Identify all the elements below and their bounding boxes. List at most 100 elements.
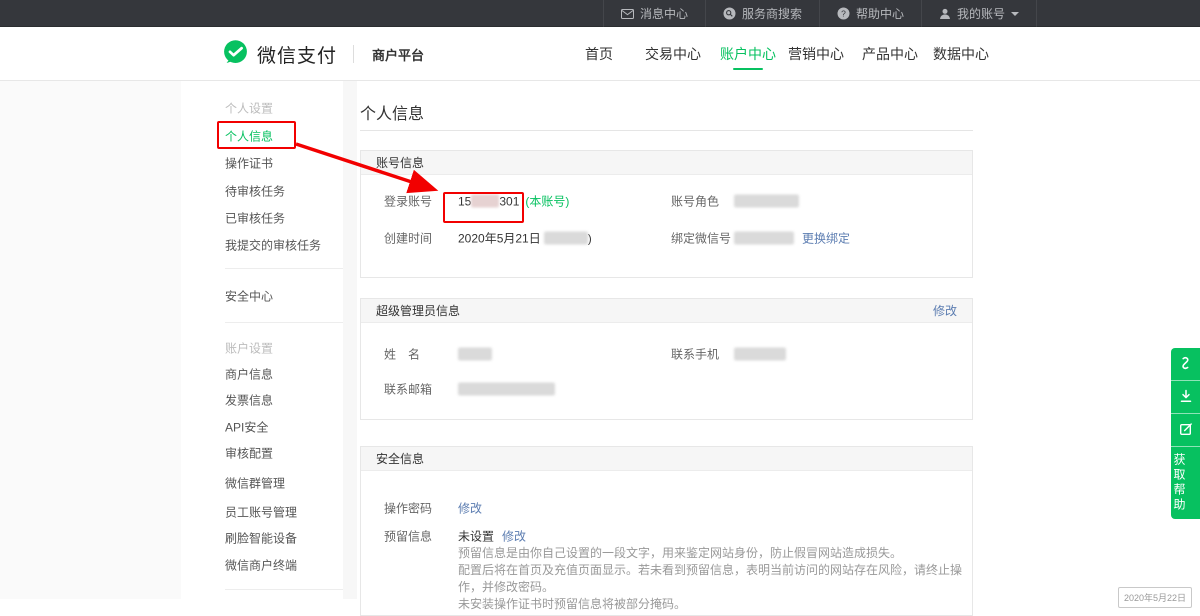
sidebar-item-personal-info[interactable]: 个人信息 <box>225 128 273 145</box>
account-info-header: 账号信息 <box>361 151 972 175</box>
redacted-blur <box>734 232 794 245</box>
account-info-section: 账号信息 登录账号 15 301 (本账号) 账号角色 创建时间 2020年5月… <box>360 150 973 278</box>
topbar-links: 消息中心 服务商搜索 ? 帮助中心 我的账号 <box>603 0 1037 27</box>
redacted-blur <box>471 195 499 208</box>
nav-account-center[interactable]: 账户中心 <box>720 27 776 81</box>
sidebar-item-face-smart-device[interactable]: 刷脸智能设备 <box>225 530 297 547</box>
super-admin-section: 超级管理员信息 修改 姓 名 联系手机 联系邮箱 <box>360 298 973 420</box>
help-center-link[interactable]: ? 帮助中心 <box>819 0 921 27</box>
created-time-tail: ) <box>588 231 592 245</box>
sidebar-item-security-center[interactable]: 安全中心 <box>225 288 273 305</box>
my-account-menu[interactable]: 我的账号 <box>921 0 1037 27</box>
feedback-icon <box>1179 422 1193 439</box>
sidebar-item-wechat-group-management[interactable]: 微信群管理 <box>225 475 285 492</box>
current-account-badge: (本账号) <box>525 193 569 210</box>
security-info-header: 安全信息 <box>361 447 972 471</box>
sidebar-content-gutter <box>343 81 357 599</box>
admin-email-label: 联系邮箱 <box>384 381 458 398</box>
top-utility-bar: 消息中心 服务商搜索 ? 帮助中心 我的账号 <box>0 0 1200 27</box>
brand: 微信支付 商户平台 <box>222 27 424 81</box>
security-info-section: 安全信息 操作密码 修改 预留信息 未设置 修改 预留信息是由你自己设置的一段文… <box>360 446 973 616</box>
sidebar-divider <box>225 589 343 590</box>
sidebar-item-pending-review-tasks[interactable]: 待审核任务 <box>225 183 285 200</box>
operation-password-row: 操作密码 修改 <box>384 500 482 517</box>
chevron-down-icon <box>1011 12 1019 20</box>
reserved-info-description: 预留信息是由你自己设置的一段文字，用来鉴定网站身份，防止假冒网站造成损失。 配置… <box>458 545 972 613</box>
sidebar: 个人设置 个人信息 操作证书 待审核任务 已审核任务 我提交的审核任务 安全中心… <box>181 81 343 599</box>
security-info-title: 安全信息 <box>376 447 424 470</box>
edit-password-link[interactable]: 修改 <box>458 500 482 517</box>
sidebar-item-operation-certificate[interactable]: 操作证书 <box>225 155 273 172</box>
sidebar-item-reviewed-tasks[interactable]: 已审核任务 <box>225 210 285 227</box>
nav-product-center[interactable]: 产品中心 <box>862 27 918 81</box>
search-icon <box>723 7 736 20</box>
login-account-suffix: 301 <box>499 194 519 208</box>
nav-transaction-center[interactable]: 交易中心 <box>645 27 701 81</box>
sidebar-item-my-submitted-review-tasks[interactable]: 我提交的审核任务 <box>225 237 321 254</box>
sidebar-item-wechat-merchant-terminal[interactable]: 微信商户终端 <box>225 557 297 574</box>
reserved-info-value: 未设置 <box>458 528 494 545</box>
link-icon <box>1179 356 1193 373</box>
user-icon <box>939 8 951 20</box>
operation-password-label: 操作密码 <box>384 500 458 517</box>
get-help-button[interactable]: 获取帮助 <box>1171 447 1188 519</box>
feedback-button[interactable] <box>1171 414 1200 447</box>
edit-reserved-info-link[interactable]: 修改 <box>502 528 526 545</box>
message-center-label: 消息中心 <box>640 5 688 22</box>
sidebar-item-invoice-info[interactable]: 发票信息 <box>225 392 273 409</box>
edit-admin-link[interactable]: 修改 <box>933 299 957 322</box>
nav-marketing-center[interactable]: 营销中心 <box>788 27 844 81</box>
bound-wechat-label: 绑定微信号 <box>671 230 734 247</box>
redacted-blur <box>458 348 492 361</box>
redacted-blur <box>734 348 786 361</box>
description-line: 预留信息是由你自己设置的一段文字，用来鉴定网站身份，防止假冒网站造成损失。 <box>458 545 972 562</box>
super-admin-header: 超级管理员信息 修改 <box>361 299 972 323</box>
super-admin-title: 超级管理员信息 <box>376 299 460 322</box>
redacted-blur <box>734 195 799 208</box>
reserved-info-label: 预留信息 <box>384 528 458 545</box>
reserved-info-row: 预留信息 未设置 修改 <box>384 528 526 545</box>
account-role-row: 账号角色 <box>671 193 799 210</box>
mail-icon <box>621 9 634 19</box>
my-account-label: 我的账号 <box>957 5 1005 22</box>
login-account-row: 登录账号 15 301 (本账号) <box>384 193 569 210</box>
svg-text:?: ? <box>841 8 846 18</box>
sidebar-item-review-config[interactable]: 审核配置 <box>225 445 273 462</box>
sidebar-item-api-security[interactable]: API安全 <box>225 419 268 436</box>
download-button[interactable] <box>1171 381 1200 414</box>
admin-email-row: 联系邮箱 <box>384 381 555 398</box>
admin-name-row: 姓 名 <box>384 346 492 363</box>
created-time-label: 创建时间 <box>384 230 458 247</box>
left-background-strip <box>0 81 181 599</box>
sidebar-section-personal-settings: 个人设置 <box>225 100 273 117</box>
floating-help-widget: 获取帮助 <box>1171 348 1200 519</box>
account-role-label: 账号角色 <box>671 193 734 210</box>
change-binding-link[interactable]: 更换绑定 <box>802 230 850 247</box>
quick-link-button[interactable] <box>1171 348 1200 381</box>
admin-phone-row: 联系手机 <box>671 346 786 363</box>
wechat-pay-logo-icon <box>222 39 249 69</box>
nav-home[interactable]: 首页 <box>585 27 613 81</box>
sidebar-item-staff-account-management[interactable]: 员工账号管理 <box>225 504 297 521</box>
bound-wechat-row: 绑定微信号 更换绑定 <box>671 230 850 247</box>
admin-name-label: 姓 名 <box>384 346 458 363</box>
title-divider <box>360 130 973 131</box>
help-icon: ? <box>837 7 850 20</box>
admin-phone-label: 联系手机 <box>671 346 734 363</box>
created-time-value: 2020年5月21日 <box>458 230 541 247</box>
sidebar-section-account-settings: 账户设置 <box>225 340 273 357</box>
date-tooltip: 2020年5月22日 <box>1118 587 1192 608</box>
message-center-link[interactable]: 消息中心 <box>603 0 705 27</box>
description-line: 配置后将在首页及充值页面显示。若未看到预留信息，表明当前访问的网站存在风险，请终… <box>458 562 972 596</box>
redacted-blur <box>458 383 555 396</box>
sidebar-divider <box>225 268 343 269</box>
download-icon <box>1179 389 1193 406</box>
redacted-blur <box>544 232 588 245</box>
sidebar-item-merchant-info[interactable]: 商户信息 <box>225 366 273 383</box>
nav-data-center[interactable]: 数据中心 <box>933 27 989 81</box>
service-provider-search-link[interactable]: 服务商搜索 <box>705 0 819 27</box>
page-title: 个人信息 <box>360 100 424 124</box>
site-header: 微信支付 商户平台 首页 交易中心 账户中心 营销中心 产品中心 数据中心 <box>0 27 1200 81</box>
sidebar-divider <box>225 322 343 323</box>
login-account-prefix: 15 <box>458 194 471 208</box>
